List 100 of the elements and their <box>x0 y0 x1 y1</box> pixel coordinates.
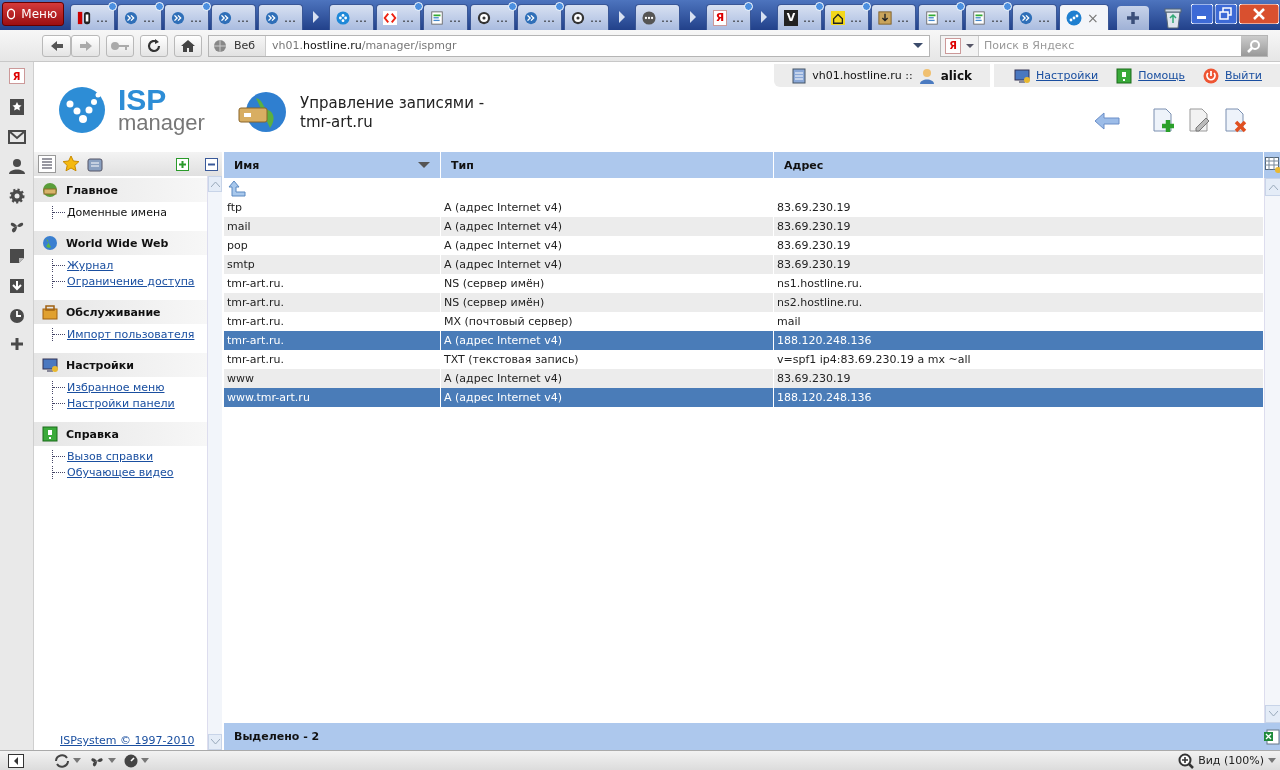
spreadsheet-icon[interactable] <box>1264 728 1280 745</box>
table-settings-icon[interactable] <box>1265 157 1280 173</box>
zoom-button[interactable]: Вид (100%) <box>1178 752 1276 769</box>
scrollbar[interactable] <box>207 176 222 750</box>
browser-tab[interactable]: … <box>423 4 468 30</box>
browser-tab[interactable]: … <box>517 4 562 30</box>
speed-dial-icon[interactable] <box>124 753 138 768</box>
dropdown-arrow-icon[interactable] <box>913 43 923 48</box>
globe-icon <box>213 38 227 53</box>
minimize-icon[interactable] <box>1191 4 1213 24</box>
browser-tab[interactable]: … <box>258 4 303 30</box>
browser-tab[interactable]: … <box>965 4 1010 30</box>
collapse-all-icon[interactable] <box>205 157 218 171</box>
person-icon[interactable] <box>8 158 25 174</box>
menu-item[interactable]: Ограничение доступа <box>67 275 195 288</box>
expand-arrow-icon[interactable] <box>761 11 767 23</box>
sync-icon[interactable] <box>54 753 70 768</box>
menu-button[interactable]: Меню <box>2 2 64 26</box>
download-icon[interactable] <box>8 278 25 294</box>
chevron-icon <box>1019 9 1033 26</box>
bookmarks-icon[interactable] <box>8 98 25 116</box>
close-icon[interactable] <box>1239 4 1279 24</box>
expand-arrow-icon[interactable] <box>313 11 319 23</box>
clock-icon[interactable] <box>8 308 25 324</box>
browser-tab[interactable]: … <box>918 4 963 30</box>
menu-group-title[interactable]: Главное <box>66 183 119 197</box>
browser-tab[interactable]: … <box>470 4 515 30</box>
search-field[interactable]: Я Поиск в Яндекс <box>940 34 1268 57</box>
table-cell: tmr-art.ru. <box>224 293 441 312</box>
back-button[interactable] <box>42 34 71 57</box>
column-header[interactable]: Адрес <box>774 152 1264 178</box>
copyright-link[interactable]: ISPsystem © 1997-2010 <box>60 734 195 747</box>
menu-item[interactable]: Импорт пользователя <box>67 328 195 341</box>
table-row[interactable]: mail A (адрес Internet v4) 83.69.230.19 <box>224 217 1264 236</box>
sort-arrow-icon[interactable] <box>418 162 430 168</box>
menu-item[interactable]: Избранное меню <box>67 381 165 394</box>
star-icon[interactable] <box>62 155 80 173</box>
browser-tab[interactable]: × <box>1059 4 1109 30</box>
left-arrow-icon <box>49 39 64 52</box>
expand-all-icon[interactable] <box>176 157 189 171</box>
list-view-icon[interactable] <box>38 155 56 173</box>
settings-icon[interactable] <box>8 188 25 204</box>
table-row[interactable]: smtp A (адрес Internet v4) 83.69.230.19 <box>224 255 1264 274</box>
browser-tab[interactable]: … <box>376 4 421 30</box>
notes-icon[interactable] <box>8 248 25 264</box>
header-link[interactable]: Выйти <box>1225 69 1262 82</box>
table-row[interactable]: www.tmr-art.ru A (адрес Internet v4) 188.120.248.136 <box>224 388 1264 407</box>
disc-icon <box>571 9 585 26</box>
menu-item[interactable]: Журнал <box>67 259 114 272</box>
menu-group-title[interactable]: Справка <box>66 427 119 441</box>
table-row[interactable]: tmr-art.ru. NS (сервер имён) ns2.hostline.ru. <box>224 293 1264 312</box>
address-field[interactable]: Веб vh01.hostline.ru/manager/ispmgr <box>208 34 930 57</box>
clipboard-icon[interactable] <box>86 155 104 173</box>
browser-tab[interactable]: … <box>70 4 115 30</box>
back-arrow-icon[interactable] <box>1094 112 1120 130</box>
browser-tab[interactable]: … <box>117 4 162 30</box>
table-cell: www.tmr-art.ru <box>224 388 441 407</box>
mail-icon[interactable] <box>7 130 26 144</box>
letter-icon[interactable]: Я <box>8 68 25 84</box>
browser-tab[interactable]: … <box>329 4 374 30</box>
browser-tab[interactable]: … <box>211 4 256 30</box>
menu-item[interactable]: Обучающее видео <box>67 466 174 479</box>
column-header[interactable]: Тип <box>441 152 774 178</box>
edit-document-icon[interactable] <box>1188 108 1212 134</box>
expand-arrow-icon[interactable] <box>690 11 696 23</box>
restore-icon[interactable] <box>1215 4 1237 24</box>
table-cell: smtp <box>224 255 441 274</box>
browser-tab[interactable]: … <box>1012 4 1057 30</box>
browser-tab[interactable]: … <box>164 4 209 30</box>
column-header[interactable]: Имя <box>224 152 441 178</box>
search-engine-icon[interactable]: Я <box>945 37 961 54</box>
delete-document-icon[interactable] <box>1224 108 1248 134</box>
selection-count: Выделено - 2 <box>234 730 320 743</box>
reload-button[interactable] <box>140 34 168 57</box>
panel-toggle-icon[interactable] <box>8 753 24 768</box>
browser-tab[interactable]: V … <box>777 4 822 30</box>
plus-icon[interactable] <box>10 338 23 350</box>
menu-item[interactable]: Доменные имена <box>67 206 167 219</box>
down-caret-icon <box>1269 711 1278 717</box>
browser-tab[interactable]: … <box>824 4 869 30</box>
help-icon <box>1116 67 1133 84</box>
table-row[interactable]: tmr-art.ru. A (адрес Internet v4) 188.120.248.136 <box>224 331 1264 350</box>
new-document-icon[interactable] <box>1152 108 1176 134</box>
browser-tab[interactable]: Я … <box>706 4 751 30</box>
table-row[interactable]: www A (адрес Internet v4) 83.69.230.19 <box>224 369 1264 388</box>
zoom-icon <box>1178 752 1195 769</box>
menu-item[interactable]: Настройки панели <box>67 397 175 410</box>
scrollbar[interactable] <box>1264 178 1280 723</box>
new-tab-button[interactable] <box>1117 6 1149 30</box>
dots-icon <box>642 9 656 26</box>
browser-tab[interactable]: … <box>871 4 916 30</box>
search-icon[interactable] <box>1247 38 1261 53</box>
header-link[interactable]: Настройки <box>1036 69 1099 82</box>
expand-arrow-icon[interactable] <box>619 11 625 23</box>
home-button[interactable] <box>174 34 202 57</box>
browser-tab[interactable]: … <box>635 4 680 30</box>
up-level-icon[interactable] <box>228 179 246 197</box>
browser-tab[interactable]: … <box>564 4 609 30</box>
header-link[interactable]: Помощь <box>1138 69 1186 82</box>
menu-item[interactable]: Вызов справки <box>67 450 154 463</box>
